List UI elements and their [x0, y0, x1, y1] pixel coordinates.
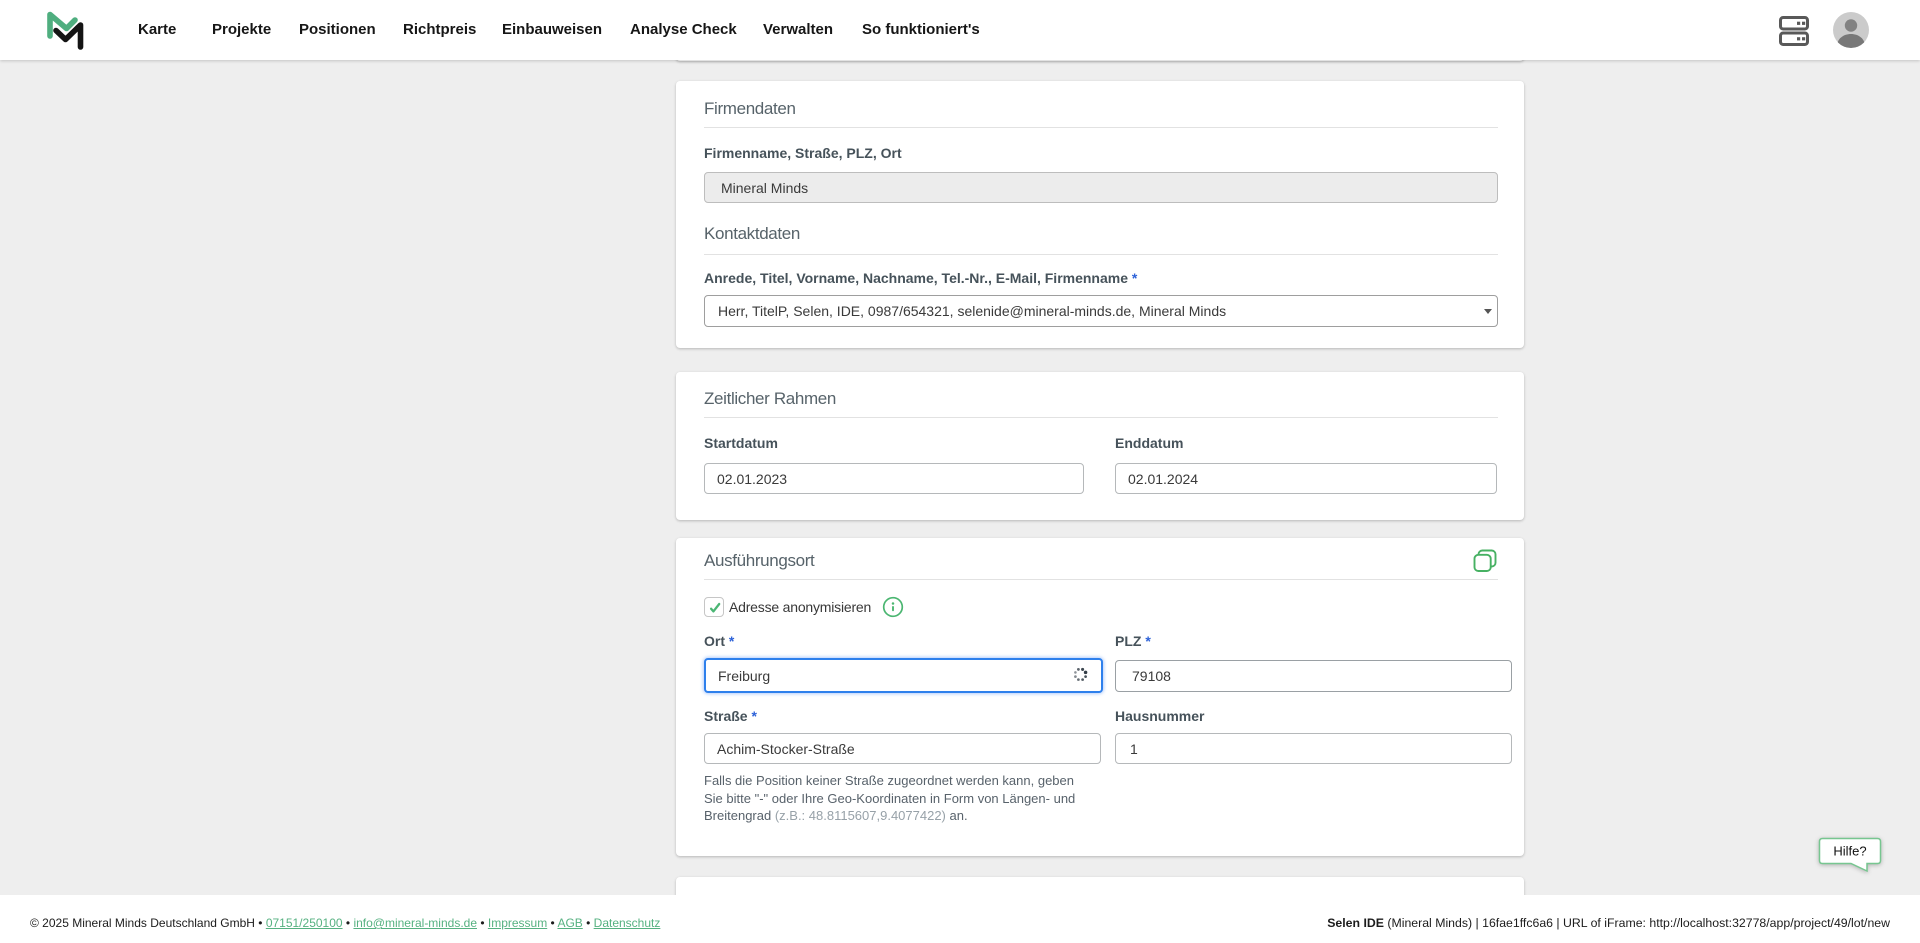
svg-text:Hilfe?: Hilfe?	[1833, 844, 1866, 859]
